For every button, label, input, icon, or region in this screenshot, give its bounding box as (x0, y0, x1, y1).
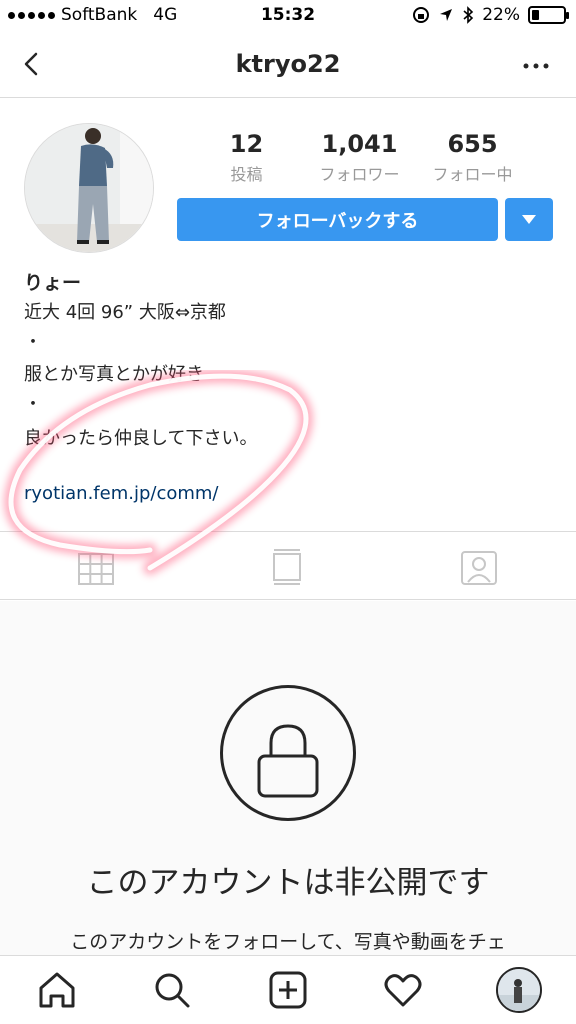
profile-tab-bar (0, 531, 576, 600)
profile-bio: りょー 近大 4回 96” 大阪⇔京都 ・ 服とか写真とかが好き ・ 良かったら… (24, 268, 554, 504)
grid-icon (78, 553, 114, 585)
tab-grid[interactable] (75, 546, 117, 588)
search-icon (155, 973, 190, 1008)
home-icon (39, 972, 75, 1008)
back-button[interactable] (14, 44, 54, 84)
nav-add-post[interactable] (266, 968, 310, 1012)
battery-level (532, 10, 539, 20)
suggestions-dropdown-button[interactable] (505, 198, 553, 241)
status-right: 22% (412, 5, 569, 25)
nav-home[interactable] (35, 968, 79, 1012)
profile-avatar[interactable] (24, 123, 154, 253)
more-horizontal-icon (523, 63, 549, 69)
display-name: りょー (24, 272, 82, 294)
stat-value: 1,041 (321, 130, 398, 158)
bio-line: 良かったら仲良して下さい。 (24, 428, 258, 449)
heart-icon (384, 974, 422, 1007)
tagged-person-icon (461, 551, 497, 585)
feed-icon (273, 549, 301, 585)
private-description: このアカウントをフォローして、写真や動画をチェ (70, 931, 506, 953)
lock-glyph (257, 724, 319, 798)
lock-icon (220, 685, 356, 821)
tab-feed[interactable] (266, 546, 308, 588)
nav-profile[interactable] (496, 967, 542, 1013)
avatar-photo (25, 124, 153, 252)
location-arrow-icon (440, 9, 453, 21)
battery-icon (528, 6, 569, 24)
nav-search[interactable] (150, 968, 194, 1012)
stat-label: フォロー中 (432, 165, 513, 184)
stat-label: フォロワー (319, 165, 400, 184)
status-bar: SoftBank 4G 15:32 22% (0, 0, 576, 32)
rotation-lock-icon (413, 7, 430, 23)
follow-back-button[interactable]: フォローバックする (177, 198, 498, 241)
bio-line: 近大 4回 96” 大阪⇔京都 (24, 302, 226, 323)
page-title: ktryo22 (235, 50, 341, 78)
private-title: このアカウントは非公開です (86, 865, 490, 901)
followers-count[interactable]: 1,041 フォロワー (303, 130, 416, 185)
nav-activity[interactable] (381, 968, 425, 1012)
stat-value: 12 (229, 130, 264, 158)
private-account-notice: このアカウントは非公開です このアカウントをフォローして、写真や動画をチェ (0, 601, 576, 955)
following-count[interactable]: 655 フォロー中 (416, 130, 529, 185)
tab-tagged[interactable] (458, 546, 500, 588)
profile-link[interactable]: ryotian.fem.jp/comm/ (24, 483, 218, 504)
posts-count[interactable]: 12 投稿 (190, 130, 303, 185)
bio-line: 服とか写真とかが好き (24, 364, 204, 385)
profile-header: ktryo22 (0, 32, 576, 98)
caret-down-icon (522, 215, 536, 224)
battery-percent: 22% (482, 5, 520, 25)
add-post-icon (269, 971, 307, 1009)
chevron-left-icon (24, 52, 38, 76)
more-options-button[interactable] (516, 48, 556, 84)
stat-label: 投稿 (230, 165, 263, 184)
bottom-navigation (0, 955, 576, 1024)
bio-line: ・ (24, 332, 42, 353)
profile-stats: 12 投稿 1,041 フォロワー 655 フォロー中 (190, 130, 570, 185)
stat-value: 655 (447, 130, 498, 158)
profile-avatar-icon (498, 969, 540, 1011)
bio-line: ・ (24, 394, 42, 415)
bluetooth-icon (463, 6, 474, 24)
